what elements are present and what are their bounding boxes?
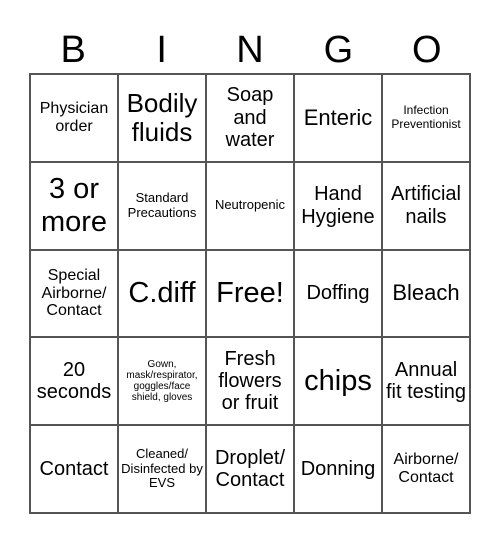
bingo-cell[interactable]: Enteric — [294, 74, 382, 162]
bingo-cell[interactable]: Fresh flowers or fruit — [206, 337, 294, 426]
bingo-cell[interactable]: Gown, mask/respirator, goggles/face shie… — [118, 337, 206, 426]
bingo-cell[interactable]: 3 or more — [30, 161, 118, 250]
bingo-cell[interactable]: Airborne/ Contact — [382, 425, 470, 513]
header-letter-i: I — [156, 29, 167, 71]
bingo-card-grid: Physician order Bodily fluids Soap and w… — [29, 73, 471, 514]
bingo-cell[interactable]: Contact — [30, 425, 118, 513]
bingo-cell[interactable]: Doffing — [294, 249, 382, 338]
bingo-cell[interactable]: Infection Preventionist — [382, 74, 470, 162]
bingo-cell[interactable]: Standard Precautions — [118, 161, 206, 250]
header-letter-o: O — [412, 29, 442, 71]
header-letter-n: N — [236, 29, 264, 71]
bingo-cell[interactable]: Neutropenic — [206, 161, 294, 250]
header-letter-b: B — [60, 29, 86, 71]
bingo-header: B I N G O — [29, 28, 471, 73]
bingo-cell[interactable]: Droplet/ Contact — [206, 425, 294, 513]
free-space-cell[interactable]: Free! — [206, 249, 294, 338]
bingo-cell[interactable]: Physician order — [30, 74, 118, 162]
bingo-cell[interactable]: Artificial nails — [382, 161, 470, 250]
bingo-cell[interactable]: Annual fit testing — [382, 337, 470, 426]
bingo-cell[interactable]: 20 seconds — [30, 337, 118, 426]
bingo-cell[interactable]: Special Airborne/ Contact — [30, 249, 118, 338]
bingo-cell[interactable]: Hand Hygiene — [294, 161, 382, 250]
bingo-cell[interactable]: Donning — [294, 425, 382, 513]
bingo-cell[interactable]: Bleach — [382, 249, 470, 338]
bingo-cell[interactable]: Cleaned/ Disinfected by EVS — [118, 425, 206, 513]
header-letter-g: G — [323, 29, 354, 71]
bingo-cell[interactable]: chips — [294, 337, 382, 426]
bingo-cell[interactable]: Soap and water — [206, 74, 294, 162]
bingo-cell[interactable]: C.diff — [118, 249, 206, 338]
bingo-cell[interactable]: Bodily fluids — [118, 74, 206, 162]
